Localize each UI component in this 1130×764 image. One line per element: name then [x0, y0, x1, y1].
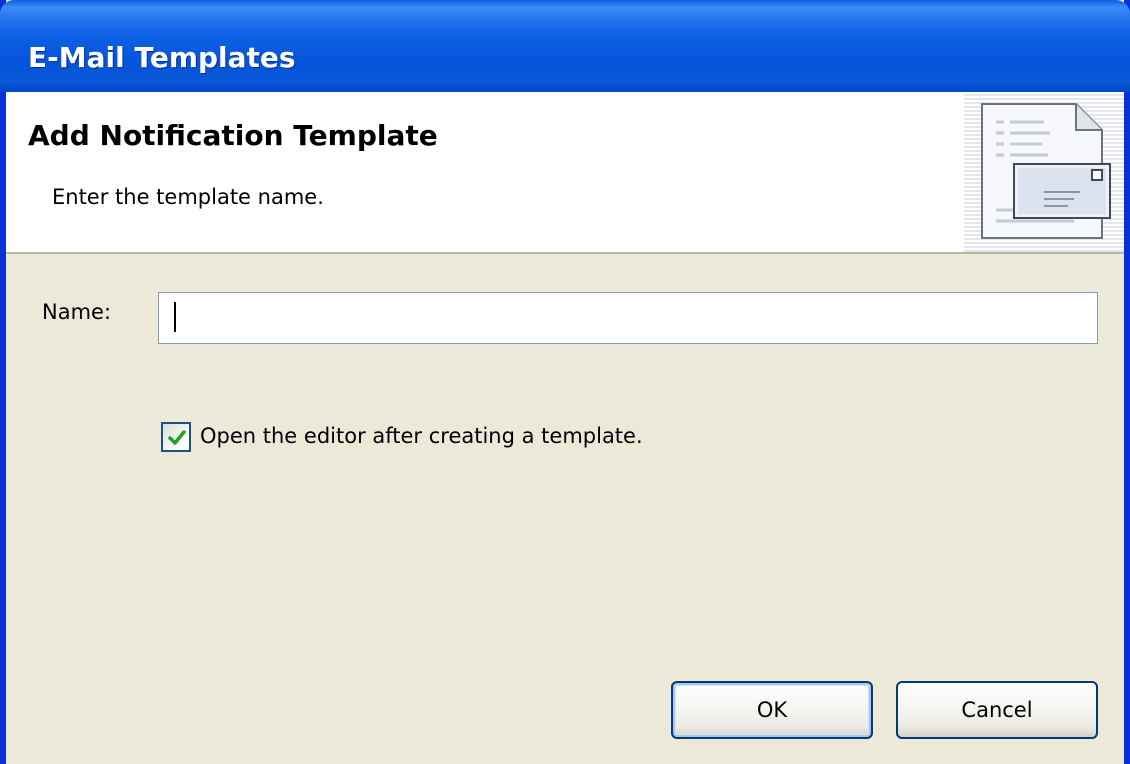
open-editor-checkbox[interactable]: [161, 422, 191, 452]
title-bar[interactable]: E-Mail Templates: [0, 0, 1130, 92]
ok-button[interactable]: OK: [671, 681, 873, 739]
dialog-window: E-Mail Templates Add Notification Templa…: [0, 0, 1130, 764]
page-description: Enter the template name.: [52, 185, 324, 209]
cancel-button[interactable]: Cancel: [896, 681, 1098, 739]
page-title: Add Notification Template: [28, 119, 438, 152]
window-title: E-Mail Templates: [28, 41, 296, 74]
checkmark-icon: [168, 430, 186, 445]
header-banner: Add Notification Template Enter the temp…: [6, 92, 1124, 254]
email-template-icon: [978, 100, 1114, 246]
name-input[interactable]: [158, 292, 1098, 344]
name-label: Name:: [42, 300, 112, 324]
text-caret: [174, 302, 176, 332]
open-editor-label[interactable]: Open the editor after creating a templat…: [200, 424, 643, 448]
